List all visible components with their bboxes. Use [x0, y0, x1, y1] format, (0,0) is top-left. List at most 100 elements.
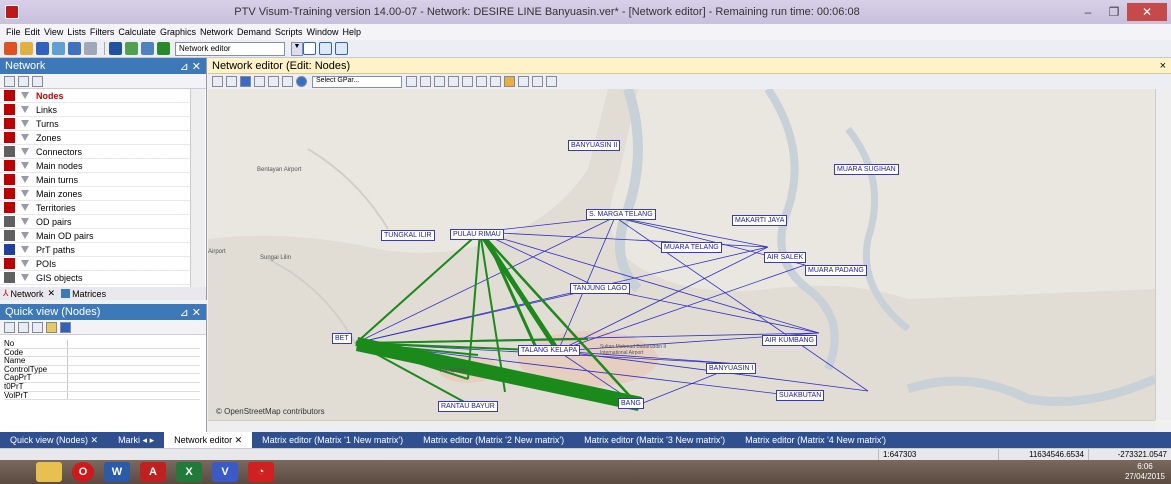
filter-icon[interactable] — [254, 76, 265, 87]
menu-help[interactable]: Help — [343, 27, 362, 37]
node-label[interactable]: TUNGKAL ILIR — [381, 230, 435, 241]
network-item-gis-objects[interactable]: GIS objects — [0, 271, 190, 285]
node-label[interactable]: AIR SALEK — [764, 252, 807, 263]
menu-view[interactable]: View — [44, 27, 63, 37]
restore-button[interactable]: ❐ — [1101, 3, 1127, 21]
quick-view-row[interactable]: CapPrT — [4, 374, 200, 383]
node-label[interactable]: S. MARGA TELANG — [586, 209, 656, 220]
filter-icon[interactable] — [21, 91, 29, 100]
network-item-turns[interactable]: Turns — [0, 117, 190, 131]
node-label[interactable]: MAKARTI JAYA — [732, 215, 788, 226]
minimize-button[interactable]: – — [1075, 3, 1101, 21]
grid-icon[interactable] — [125, 42, 138, 55]
filter-icon[interactable] — [21, 119, 29, 128]
tab-matrix-editor-2[interactable]: Matrix editor (Matrix '2 New matrix') — [413, 435, 574, 445]
node-label[interactable]: TALANG KELAPA — [518, 345, 581, 356]
chevron-down-icon[interactable]: ▼ — [291, 41, 303, 56]
excel-icon[interactable]: X — [176, 462, 202, 482]
word-icon[interactable]: W — [104, 462, 130, 482]
menu-window[interactable]: Window — [307, 27, 339, 37]
forward-icon[interactable] — [462, 76, 473, 87]
filter-icon[interactable] — [21, 147, 29, 156]
legend-icon[interactable] — [240, 76, 251, 87]
quick-view-row[interactable]: VolPrT — [4, 391, 200, 401]
network-item-prt-paths[interactable]: PrT paths — [0, 243, 190, 257]
node-label[interactable]: BANYUASIN I — [706, 363, 757, 374]
quick-view-row[interactable]: Code — [4, 348, 200, 358]
shortest-path-icon[interactable] — [268, 76, 279, 87]
network-item-main-turns[interactable]: Main turns — [0, 173, 190, 187]
undo-icon[interactable] — [68, 42, 81, 55]
move-icon[interactable] — [4, 75, 15, 87]
menu-demand[interactable]: Demand — [237, 27, 271, 37]
node-label[interactable]: PULAU RIMAU — [450, 229, 504, 240]
filter-icon[interactable] — [21, 259, 29, 268]
network-item-pois[interactable]: POIs — [0, 257, 190, 271]
filter-icon[interactable] — [21, 245, 29, 254]
box-select-icon[interactable] — [32, 75, 43, 87]
pan-icon[interactable] — [476, 76, 487, 87]
list-icon[interactable] — [109, 42, 122, 55]
network-item-main-nodes[interactable]: Main nodes — [0, 159, 190, 173]
visum-icon[interactable]: ◔ — [248, 462, 274, 482]
chevron-down-icon[interactable] — [406, 76, 417, 87]
open-folder-icon[interactable] — [20, 42, 33, 55]
filter-icon[interactable] — [21, 105, 29, 114]
new-file-icon[interactable] — [4, 42, 17, 55]
menu-file[interactable]: File — [6, 27, 21, 37]
network-item-zones[interactable]: Zones — [0, 131, 190, 145]
filter-icon[interactable] — [21, 203, 29, 212]
filter-icon[interactable] — [21, 231, 29, 240]
system-tray[interactable]: 6:06 27/04/2015 — [1125, 462, 1165, 482]
open-folder-icon[interactable] — [46, 321, 57, 333]
paste-icon[interactable] — [32, 321, 43, 333]
tab-network-close[interactable]: ✕ — [48, 288, 56, 299]
pane-pin-close[interactable]: ⊿ ✕ — [180, 60, 202, 73]
map-vertical-scrollbar[interactable] — [1155, 89, 1171, 420]
zoom-in-icon[interactable] — [434, 76, 445, 87]
window-single-icon[interactable] — [303, 42, 316, 55]
filter-icon[interactable] — [21, 217, 29, 226]
tab-matrix-editor-3[interactable]: Matrix editor (Matrix '3 New matrix') — [574, 435, 735, 445]
zoom-extent-icon[interactable] — [420, 76, 431, 87]
screenshot-icon[interactable] — [518, 76, 529, 87]
menu-edit[interactable]: Edit — [25, 27, 41, 37]
node-label[interactable]: MUARA SUGIHAN — [834, 164, 899, 175]
window-tile-vertical-icon[interactable] — [335, 42, 348, 55]
quick-view-pin-close[interactable]: ⊿ ✕ — [180, 306, 202, 319]
quick-view-row[interactable]: No — [4, 339, 200, 349]
quick-view-row[interactable]: ControlType — [4, 365, 200, 375]
tab-marking[interactable]: Marki ◂ ▸ — [108, 435, 164, 446]
quick-view-row[interactable]: t0PrT — [4, 382, 200, 392]
network-item-connectors[interactable]: Connectors — [0, 145, 190, 159]
filter-icon[interactable] — [21, 133, 29, 142]
menu-network[interactable]: Network — [200, 27, 233, 37]
redo-icon[interactable] — [84, 42, 97, 55]
edit-icon[interactable] — [532, 76, 543, 87]
node-label[interactable]: MUARA TELANG — [661, 242, 722, 253]
filter-icon[interactable] — [21, 273, 29, 282]
globe-icon[interactable] — [296, 76, 307, 87]
visum-app-icon[interactable] — [5, 5, 19, 19]
menu-lists[interactable]: Lists — [67, 27, 86, 37]
opera-icon[interactable]: O — [72, 462, 94, 482]
node-label[interactable]: SUAKBUTAN — [776, 390, 825, 401]
node-label[interactable]: TANJUNG LAGO — [570, 283, 630, 294]
tab-network[interactable]: Network — [11, 289, 44, 299]
network-item-links[interactable]: Links — [0, 103, 190, 117]
filter-icon[interactable] — [21, 189, 29, 198]
copy-icon[interactable] — [18, 321, 29, 333]
quick-view-filter-icon[interactable] — [4, 321, 15, 333]
rotate-icon[interactable] — [490, 76, 501, 87]
view-select[interactable]: Network editor — [175, 41, 285, 56]
window-tile-horizontal-icon[interactable] — [319, 42, 332, 55]
measure-icon[interactable] — [504, 76, 515, 87]
print-icon[interactable] — [282, 76, 293, 87]
network-item-nodes[interactable]: Nodes — [0, 89, 190, 103]
map-canvas[interactable] — [208, 89, 1155, 420]
tab-network-editor[interactable]: Network editor ✕ — [164, 432, 253, 448]
network-list-scrollbar[interactable] — [190, 89, 205, 287]
filter-icon[interactable] — [21, 175, 29, 184]
tab-matrices[interactable]: Matrices — [72, 289, 106, 299]
network-item-od-pairs[interactable]: OD pairs — [0, 215, 190, 229]
